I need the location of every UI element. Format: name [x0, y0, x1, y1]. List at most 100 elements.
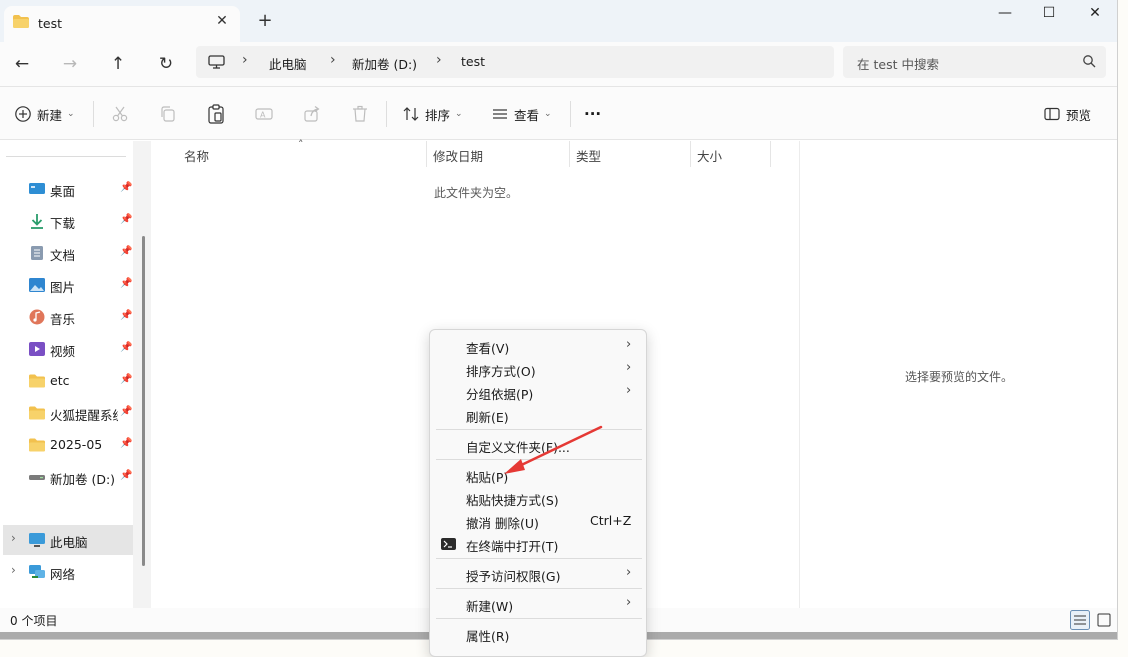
sidebar-item-label: 桌面	[50, 184, 76, 199]
column-header-name[interactable]: 名称	[184, 146, 209, 165]
menu-item-label: 在终端中打开(T)	[466, 539, 559, 554]
breadcrumb-this-pc[interactable]: 此电脑	[269, 54, 307, 73]
context-menu: 查看(V) › 排序方式(O) › 分组依据(P) › 刷新(E) 自定义文件夹…	[429, 329, 647, 657]
menu-item-label: 分组依据(P)	[466, 387, 534, 402]
new-button[interactable]: 新建 ⌄	[14, 101, 75, 127]
sidebar-item-label: 下载	[50, 216, 76, 231]
menu-item-sort-by[interactable]: 排序方式(O) ›	[430, 358, 646, 381]
forward-button[interactable]: →	[56, 50, 84, 78]
menu-item-undo-delete[interactable]: 撤消 删除(U) Ctrl+Z	[430, 510, 646, 533]
tab-test[interactable]: test ✕	[4, 6, 240, 42]
menu-item-shortcut: Ctrl+Z	[590, 513, 632, 528]
chevron-right-icon[interactable]: ›	[11, 531, 16, 545]
menu-item-group-by[interactable]: 分组依据(P) ›	[430, 381, 646, 404]
chevron-right-icon[interactable]: ›	[11, 563, 16, 577]
column-divider[interactable]	[426, 141, 427, 167]
pin-icon: 📌	[120, 342, 133, 353]
search-placeholder: 在 test 中搜索	[857, 57, 939, 72]
menu-item-view[interactable]: 查看(V) ›	[430, 335, 646, 358]
pin-icon: 📌	[120, 182, 133, 193]
pin-icon: 📌	[120, 438, 133, 449]
sidebar-item-documents[interactable]: 文档 📌	[0, 238, 140, 268]
address-bar[interactable]: › 此电脑 › 新加卷 (D:) › test	[196, 46, 834, 78]
menu-item-properties[interactable]: 属性(R)	[430, 623, 646, 646]
menu-item-label: 授予访问权限(G)	[466, 569, 561, 584]
menu-item-label: 自定义文件夹(F)...	[466, 440, 570, 455]
pin-icon: 📌	[120, 406, 133, 417]
column-header-type[interactable]: 类型	[576, 146, 601, 165]
menu-item-label: 查看(V)	[466, 341, 510, 356]
divider	[93, 101, 94, 127]
sidebar-item-drive-d[interactable]: 新加卷 (D:) 📌	[0, 462, 140, 492]
cut-icon[interactable]	[111, 105, 129, 123]
sidebar-item-label: 火狐提醒系统	[50, 408, 118, 423]
sort-ascending-icon: ˄	[298, 138, 304, 151]
menu-item-customize-folder[interactable]: 自定义文件夹(F)...	[430, 434, 646, 457]
sidebar-item-etc[interactable]: etc 📌	[0, 366, 140, 396]
sidebar-scrollbar[interactable]	[142, 236, 145, 566]
sidebar-item-this-pc[interactable]: › 此电脑	[3, 525, 133, 555]
menu-item-label: 刷新(E)	[466, 410, 509, 425]
sidebar-item-desktop[interactable]: 桌面 📌	[0, 174, 140, 204]
menu-item-label: 排序方式(O)	[466, 364, 536, 379]
sidebar-item-pictures[interactable]: 图片 📌	[0, 270, 140, 300]
menu-item-open-in-terminal[interactable]: 在终端中打开(T)	[430, 533, 646, 556]
menu-separator	[436, 459, 642, 460]
sidebar-item-downloads[interactable]: 下载 📌	[0, 206, 140, 236]
svg-text:A: A	[260, 111, 266, 120]
folder-icon	[29, 374, 45, 388]
document-icon	[31, 246, 43, 260]
up-button[interactable]: ↑	[104, 50, 132, 78]
menu-item-paste[interactable]: 粘贴(P)	[430, 464, 646, 487]
chevron-down-icon: ⌄	[544, 109, 552, 119]
breadcrumb-test[interactable]: test	[461, 54, 485, 69]
chevron-down-icon: ⌄	[455, 109, 463, 119]
sort-button[interactable]: 排序 ⌄	[402, 101, 463, 127]
preview-pane-icon	[1044, 107, 1060, 121]
column-divider[interactable]	[690, 141, 691, 167]
new-label: 新建	[37, 107, 63, 123]
copy-icon[interactable]	[159, 105, 177, 123]
delete-icon[interactable]	[351, 105, 369, 123]
tab-close-icon[interactable]: ✕	[213, 12, 231, 30]
column-header-modified[interactable]: 修改日期	[433, 146, 483, 165]
details-view-icon[interactable]	[1070, 610, 1090, 630]
close-window-button[interactable]: ✕	[1075, 2, 1115, 24]
search-input[interactable]: 在 test 中搜索	[843, 46, 1106, 78]
menu-separator	[436, 558, 642, 559]
item-count: 0 个项目	[10, 614, 58, 628]
sidebar-item-label: 网络	[50, 567, 76, 582]
menu-item-refresh[interactable]: 刷新(E)	[430, 404, 646, 427]
rename-icon[interactable]: A	[255, 105, 273, 123]
pin-icon: 📌	[120, 278, 133, 289]
tiles-view-icon[interactable]	[1094, 610, 1114, 630]
sidebar-item-2025-05[interactable]: 2025-05 📌	[0, 430, 140, 460]
sidebar-item-label: 文档	[50, 248, 76, 263]
minimize-button[interactable]: —	[985, 2, 1025, 24]
sidebar-item-network[interactable]: › 网络	[0, 557, 140, 587]
breadcrumb-drive-d[interactable]: 新加卷 (D:)	[352, 54, 417, 73]
more-options-button[interactable]: ···	[584, 101, 601, 127]
menu-item-paste-shortcut[interactable]: 粘贴快捷方式(S)	[430, 487, 646, 510]
maximize-button[interactable]: ☐	[1029, 2, 1069, 24]
divider	[570, 101, 571, 127]
sidebar-item-music[interactable]: 音乐 📌	[0, 302, 140, 332]
share-icon[interactable]	[303, 105, 321, 123]
menu-item-new[interactable]: 新建(W) ›	[430, 593, 646, 616]
new-tab-button[interactable]: +	[255, 11, 275, 31]
column-header-size[interactable]: 大小	[697, 146, 722, 165]
menu-item-give-access[interactable]: 授予访问权限(G) ›	[430, 563, 646, 586]
sidebar-item-videos[interactable]: 视频 📌	[0, 334, 140, 364]
menu-separator	[436, 588, 642, 589]
pin-icon: 📌	[120, 310, 133, 321]
paste-icon[interactable]	[207, 104, 225, 124]
column-divider[interactable]	[770, 141, 771, 167]
column-divider[interactable]	[569, 141, 570, 167]
preview-pane-button[interactable]: 预览	[1043, 101, 1091, 127]
preview-label: 预览	[1066, 107, 1092, 123]
back-button[interactable]: ←	[8, 50, 36, 78]
view-button[interactable]: 查看 ⌄	[491, 101, 552, 127]
sidebar-item-firefox-reminder[interactable]: 火狐提醒系统 📌	[0, 398, 140, 428]
refresh-button[interactable]: ↻	[152, 50, 180, 78]
search-icon	[1083, 55, 1096, 68]
